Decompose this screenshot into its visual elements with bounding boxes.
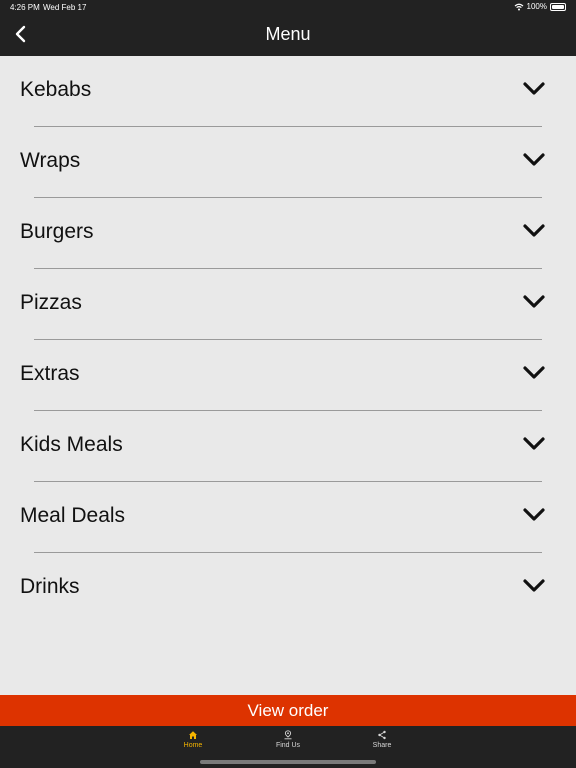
menu-category-label: Kebabs [20, 78, 92, 101]
menu-category-label: Kids Meals [20, 433, 123, 456]
menu-category-label: Extras [20, 362, 80, 385]
tab-share[interactable]: Share [352, 730, 412, 749]
menu-category-kids-meals[interactable]: Kids Meals [0, 411, 576, 482]
chevron-down-icon[interactable] [522, 80, 546, 98]
status-date: Wed Feb 17 [43, 3, 87, 12]
tab-label: Share [372, 742, 392, 749]
chevron-down-icon[interactable] [522, 506, 546, 524]
page-title: Menu [265, 24, 311, 44]
menu-category-drinks[interactable]: Drinks [0, 553, 576, 624]
menu-category-kebabs[interactable]: Kebabs [0, 56, 576, 127]
share-icon [378, 730, 386, 740]
chevron-down-icon[interactable] [522, 222, 546, 240]
tab-label: Find Us [275, 742, 301, 749]
chevron-down-icon[interactable] [522, 435, 546, 453]
menu-category-meal-deals[interactable]: Meal Deals [0, 482, 576, 553]
view-order-button[interactable]: View order [0, 695, 576, 726]
menu-category-label: Burgers [20, 220, 94, 243]
menu-category-label: Drinks [20, 575, 80, 598]
location-icon [284, 730, 292, 740]
menu-category-pizzas[interactable]: Pizzas [0, 269, 576, 340]
menu-category-label: Wraps [20, 149, 81, 172]
menu-category-extras[interactable]: Extras [0, 340, 576, 411]
menu-category-wraps[interactable]: Wraps [0, 127, 576, 198]
battery-icon [550, 2, 566, 11]
top-bar: 4:26 PM Wed Feb 17 100% Menu [0, 0, 576, 56]
menu-category-label: Meal Deals [20, 504, 126, 527]
battery-percent: 100% [526, 2, 547, 11]
chevron-down-icon[interactable] [522, 364, 546, 382]
home-indicator [200, 760, 376, 764]
chevron-down-icon[interactable] [522, 577, 546, 595]
menu-category-burgers[interactable]: Burgers [0, 198, 576, 269]
tab-find-us[interactable]: Find Us [258, 730, 318, 749]
chevron-down-icon[interactable] [522, 151, 546, 169]
menu-category-label: Pizzas [20, 291, 82, 314]
chevron-down-icon[interactable] [522, 293, 546, 311]
home-icon [189, 731, 197, 739]
menu-list: Kebabs Wraps Burgers Pizzas Extras Kids … [0, 56, 576, 624]
status-time: 4:26 PM [10, 3, 40, 12]
wifi-icon [514, 3, 523, 10]
status-indicators: 100% [514, 2, 566, 11]
tab-home[interactable]: Home [163, 730, 223, 749]
tab-label: Home [183, 742, 203, 749]
